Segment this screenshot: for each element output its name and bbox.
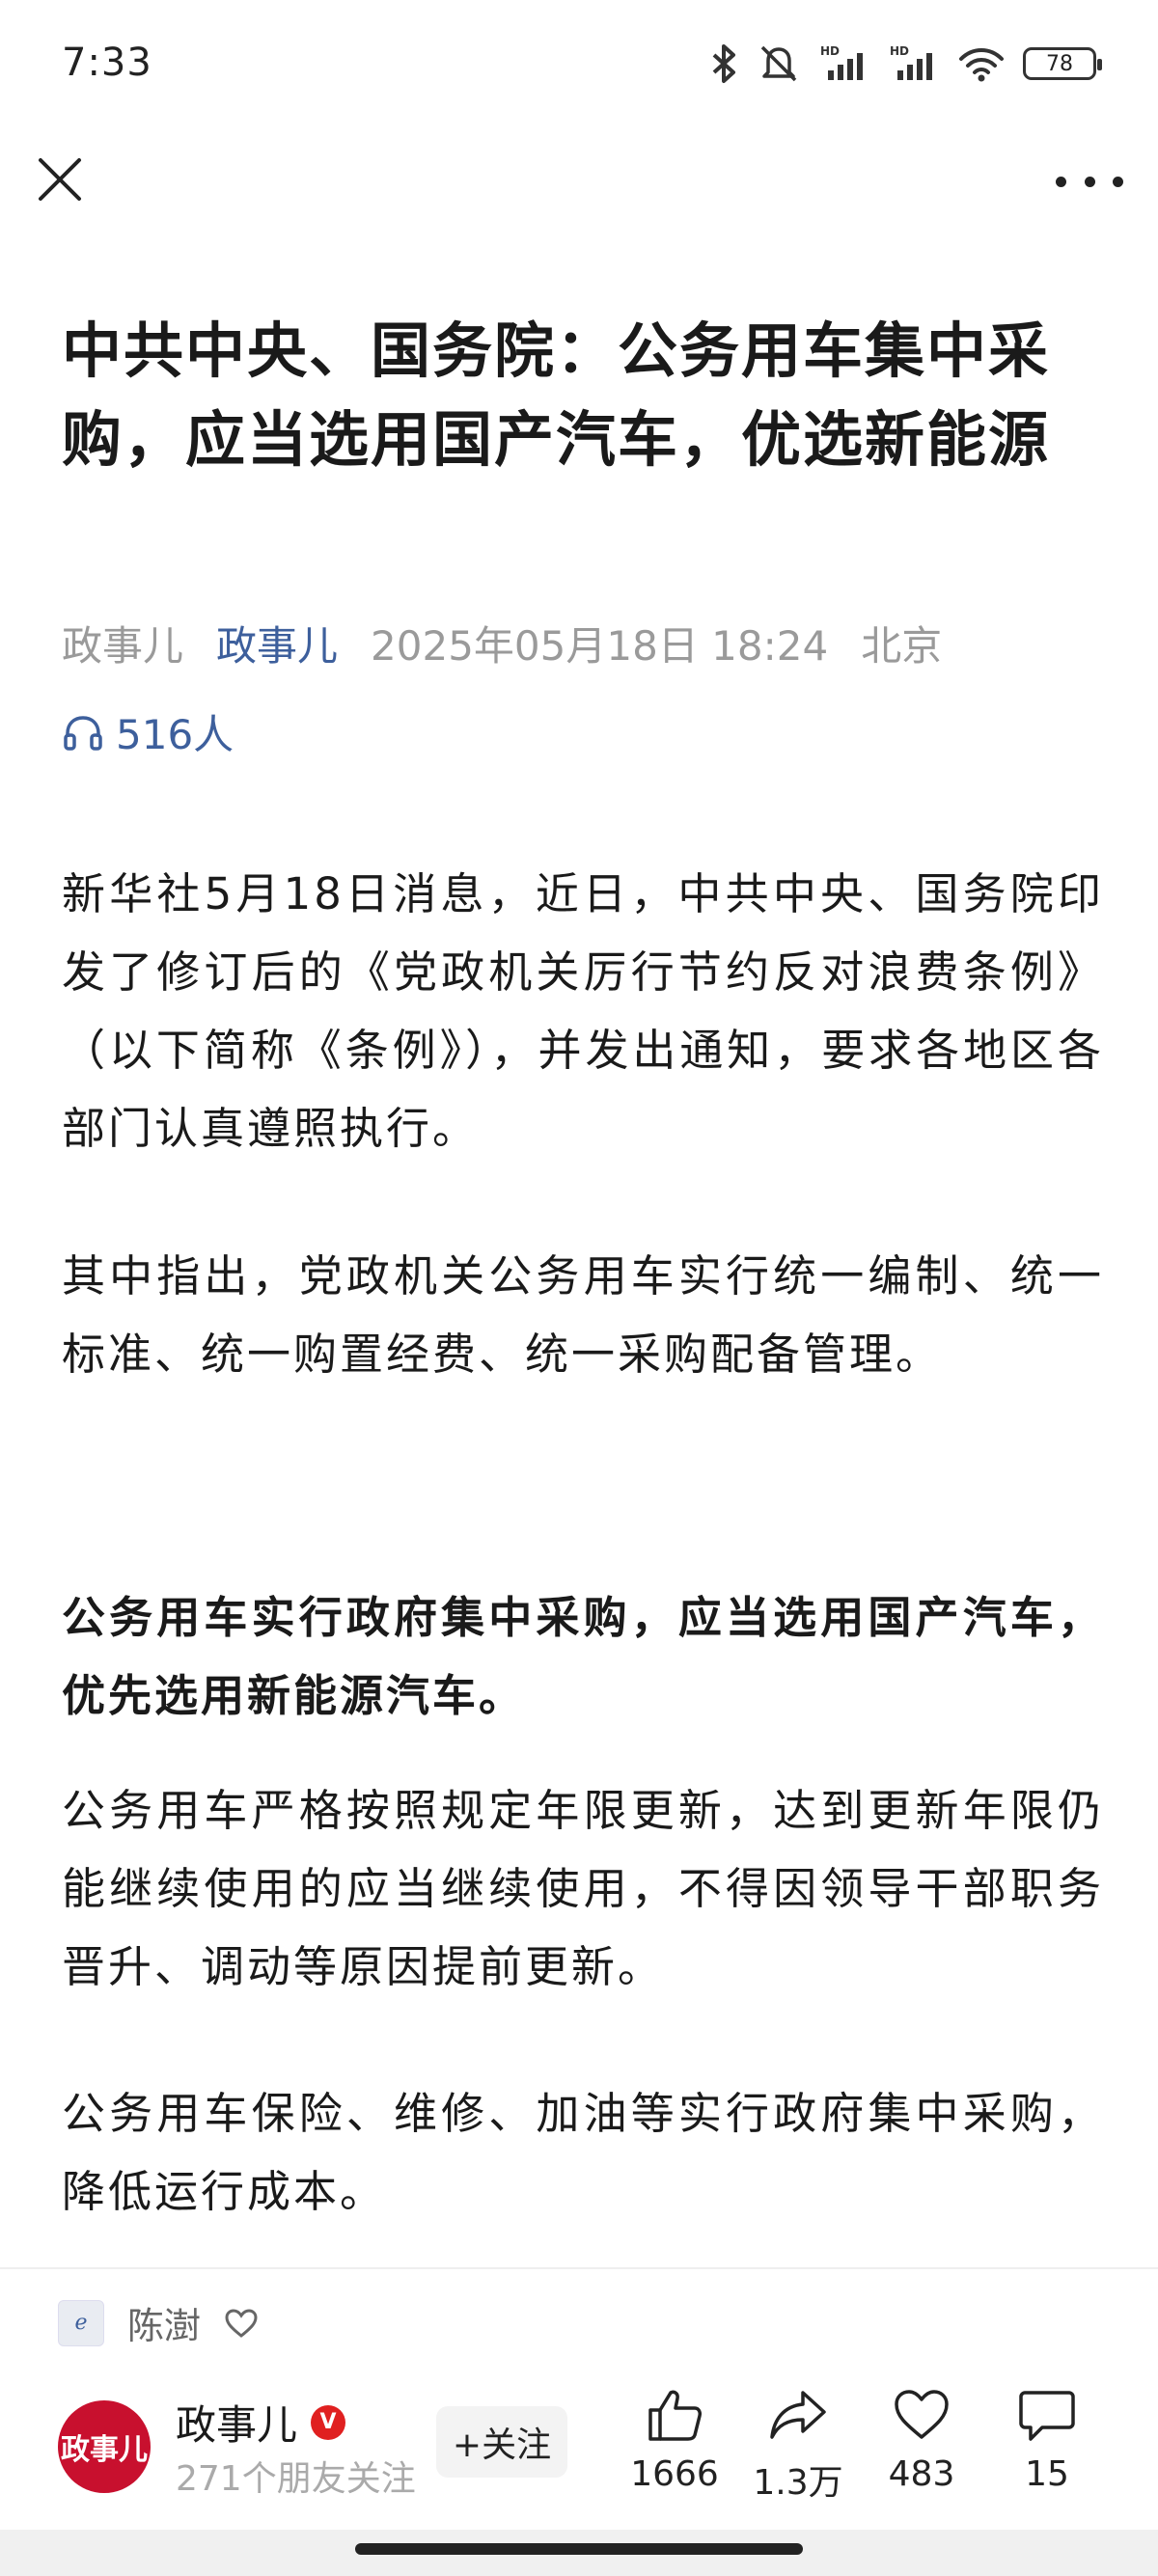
battery-level: 78 [1046,51,1073,76]
comment-button[interactable]: 15 [994,2387,1100,2494]
like-count: 1666 [630,2454,719,2494]
svg-text:HD: HD [890,44,909,58]
mute-icon [760,45,797,82]
share-count: 1.3万 [753,2463,843,2503]
battery-icon: 78 [1023,47,1102,80]
heart-outline-icon [225,2308,258,2338]
verified-badge-icon: V [311,2404,346,2440]
status-time: 7:33 [62,41,152,85]
bluetooth-icon [712,44,735,83]
favorite-button[interactable]: 483 [868,2387,975,2494]
share-button[interactable]: 1.3万 [745,2387,851,2505]
article-paragraph-bold: 公务用车实行政府集中采购，应当选用国产汽车，优先选用新能源汽车。 [62,1592,1104,1721]
article-paragraph: 新华社5月18日消息，近日，中共中央、国务院印发了修订后的《党政机关厉行节约反对… [62,868,1104,1154]
article-title: 中共中央、国务院：公务用车集中采购，应当选用国产汽车，优选新能源 [62,315,1051,475]
more-icon [1056,176,1066,187]
thumbs-up-icon [648,2390,702,2441]
headphones-icon [64,715,102,751]
listen-count[interactable]: 516人 [62,702,234,761]
article-source: 政事儿 [62,622,184,670]
article-location: 北京 [861,622,943,670]
divider [0,2267,1158,2269]
article-paragraph: 其中指出，党政机关公务用车实行统一编制、统一标准、统一购置经费、统一采购配备管理… [62,1250,1104,1380]
account-followers: 271个朋友关注 [176,2459,416,2499]
article-meta: 政事儿 政事儿 2025年05月18日 18:24 北京 [62,614,942,672]
heart-icon [895,2390,949,2439]
close-icon [39,158,81,201]
home-indicator[interactable] [355,2543,803,2555]
hd-signal-icon: HD [820,44,863,80]
account-avatar[interactable]: 政事儿 [58,2400,151,2493]
share-icon [770,2391,826,2439]
comment-count: 15 [1025,2454,1069,2494]
article-datetime: 2025年05月18日 18:24 [371,622,829,670]
comment-icon [1019,2391,1075,2441]
editor-avatar: ℯ [58,2299,104,2346]
article-paragraph: 公务用车严格按照规定年限更新，达到更新年限仍能继续使用的应当继续使用，不得因领导… [62,1785,1104,1992]
article-paragraph: 公务用车保险、维修、加油等实行政府集中采购，降低运行成本。 [62,2088,1104,2217]
wifi-icon [959,48,1004,82]
author-link[interactable]: 政事儿 [216,614,338,672]
editor-row[interactable]: ℯ 陈澍 [58,2296,259,2349]
close-button[interactable] [35,154,85,205]
account-avatar-text: 政事儿 [61,2433,148,2467]
more-button[interactable] [1056,164,1123,199]
favorite-count: 483 [888,2454,955,2494]
hd-signal-icon: HD [890,44,932,80]
account-name: 政事儿 [176,2401,298,2449]
account-name-row[interactable]: 政事儿 V [176,2393,346,2452]
editor-name: 陈澍 [127,2305,202,2347]
status-icons: HD HD 78 [710,39,1102,89]
svg-text:HD: HD [820,44,840,58]
listen-count-text: 516人 [116,711,234,758]
like-button[interactable]: 1666 [621,2387,728,2494]
follow-button[interactable]: +关注 [436,2406,567,2478]
